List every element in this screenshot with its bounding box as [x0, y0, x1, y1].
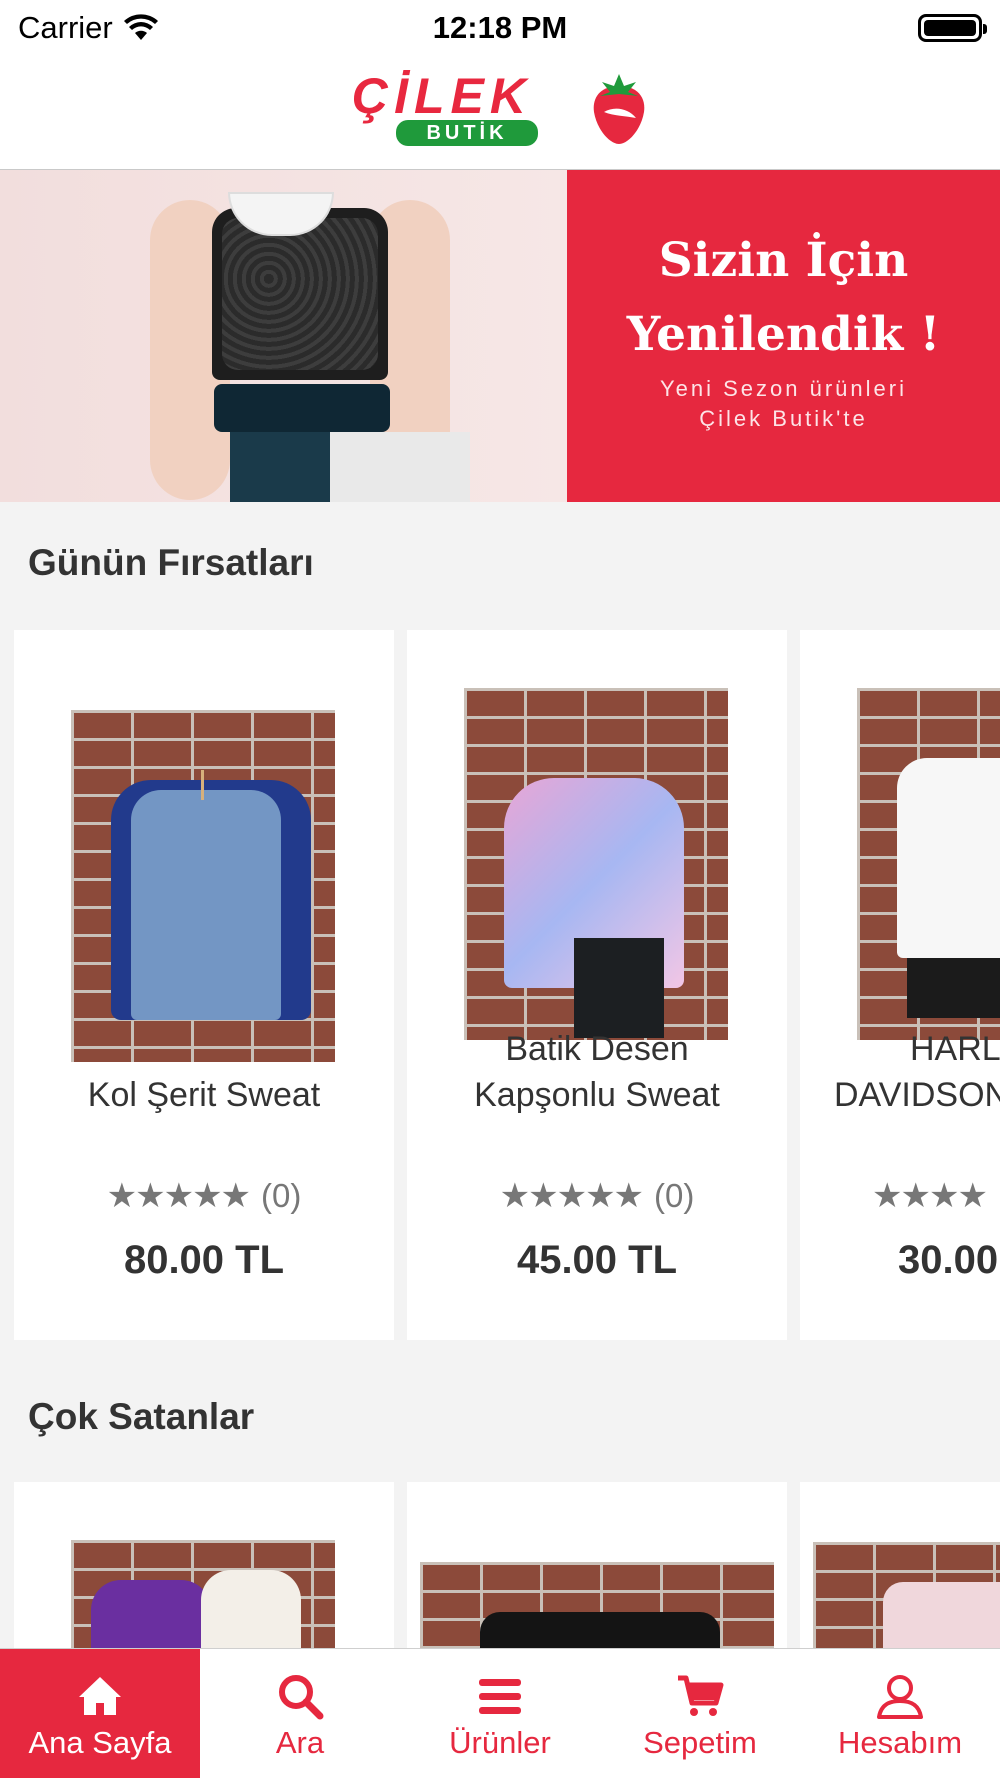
product-image: [71, 1540, 335, 1652]
banner-photo: [0, 170, 567, 502]
tab-products-label: Ürünler: [449, 1725, 551, 1760]
search-icon: [279, 1675, 324, 1720]
bestseller-card[interactable]: [800, 1482, 1000, 1652]
logo-subtext: BUTİK: [396, 120, 538, 146]
banner-headline: Sizin İçin Yenilendik !: [567, 224, 1000, 372]
product-card[interactable]: Batik Desen Kapşonlu Sweat ★★★★★ (0) 45.0…: [407, 630, 787, 1340]
product-image: [857, 688, 1000, 1040]
bottom-tab-bar: Ana Sayfa Ara Ürünler Sepetim Hesabım: [0, 1648, 1000, 1778]
rating-stars-icon: ★★★★★: [106, 1177, 251, 1215]
promo-banner[interactable]: Sizin İçin Yenilendik ! Yeni Sezon ürünl…: [0, 170, 1000, 502]
rating-stars-icon: ★★★★★: [499, 1177, 644, 1215]
bestseller-card[interactable]: [14, 1482, 394, 1652]
product-name-line1: HARL: [910, 1030, 1000, 1068]
product-price: 45.00 TL: [516, 1238, 678, 1282]
logo-text: ÇİLEK: [352, 68, 532, 124]
product-name: Batik Desen Kapşonlu Sweat: [407, 1026, 787, 1118]
banner-subtitle: Yeni Sezon ürünleri Çilek Butik'te: [567, 374, 1000, 434]
tab-search-label: Ara: [275, 1725, 325, 1760]
tab-cart[interactable]: Sepetim: [600, 1649, 800, 1778]
product-price: 30.00: [898, 1238, 999, 1282]
brand-logo[interactable]: ÇİLEK BUTİK: [352, 70, 658, 156]
app-header: ÇİLEK BUTİK: [0, 56, 1000, 170]
home-icon: [79, 1677, 121, 1715]
product-name: HARL DAVIDSON: [834, 1026, 1000, 1118]
product-image: [420, 1562, 774, 1652]
product-name-line1: [14, 1026, 394, 1072]
tab-home-label: Ana Sayfa: [28, 1725, 172, 1760]
bestseller-card[interactable]: [407, 1482, 787, 1652]
banner-subtitle-line1: Yeni Sezon ürünleri: [660, 376, 907, 401]
banner-subtitle-line2: Çilek Butik'te: [699, 406, 868, 431]
tab-products[interactable]: Ürünler: [400, 1649, 600, 1778]
tab-home[interactable]: Ana Sayfa: [0, 1649, 200, 1778]
banner-text-panel: Sizin İçin Yenilendik ! Yeni Sezon ürünl…: [567, 170, 1000, 502]
user-icon: [877, 1675, 923, 1719]
rating-count: (0): [261, 1177, 302, 1214]
product-name-line1: Batik Desen: [505, 1030, 689, 1068]
cart-icon: [678, 1675, 724, 1716]
deals-section-title: Günün Fırsatları: [28, 542, 314, 583]
clock: 12:18 PM: [432, 10, 568, 45]
tab-account[interactable]: Hesabım: [800, 1649, 1000, 1778]
product-rating: ★★★★★ (0): [407, 1176, 787, 1216]
product-image: [464, 688, 728, 1040]
product-card[interactable]: HARL DAVIDSON ★★★★ 30.00: [800, 630, 1000, 1340]
product-price: 80.00 TL: [123, 1238, 285, 1282]
bestsellers-section-title: Çok Satanlar: [28, 1396, 255, 1437]
product-card[interactable]: Kol Şerit Sweat ★★★★★ (0) 80.00 TL: [14, 630, 394, 1340]
banner-headline-line2: Yenilendik !: [626, 307, 941, 362]
banner-headline-line1: Sizin İçin: [658, 233, 909, 288]
status-bar: Carrier 12:18 PM: [0, 0, 1000, 56]
rating-count: (0): [654, 1177, 695, 1214]
tab-cart-label: Sepetim: [643, 1725, 757, 1760]
product-rating: ★★★★★ (0): [14, 1176, 394, 1216]
tab-search[interactable]: Ara: [200, 1649, 400, 1778]
product-name-line2: DAVIDSON: [834, 1076, 1000, 1114]
product-name-line2: Kapşonlu Sweat: [474, 1076, 720, 1114]
menu-icon: [479, 1679, 521, 1714]
product-name: Kol Şerit Sweat: [14, 1026, 394, 1118]
rating-stars-icon: ★★★★: [872, 1177, 988, 1215]
strawberry-icon: [593, 74, 645, 144]
product-image: [71, 710, 335, 1062]
tab-account-label: Hesabım: [837, 1725, 963, 1760]
battery-icon: [918, 14, 987, 42]
product-image: [813, 1542, 1000, 1652]
product-rating: ★★★★: [872, 1176, 1000, 1216]
product-name-line2: Kol Şerit Sweat: [87, 1076, 321, 1114]
